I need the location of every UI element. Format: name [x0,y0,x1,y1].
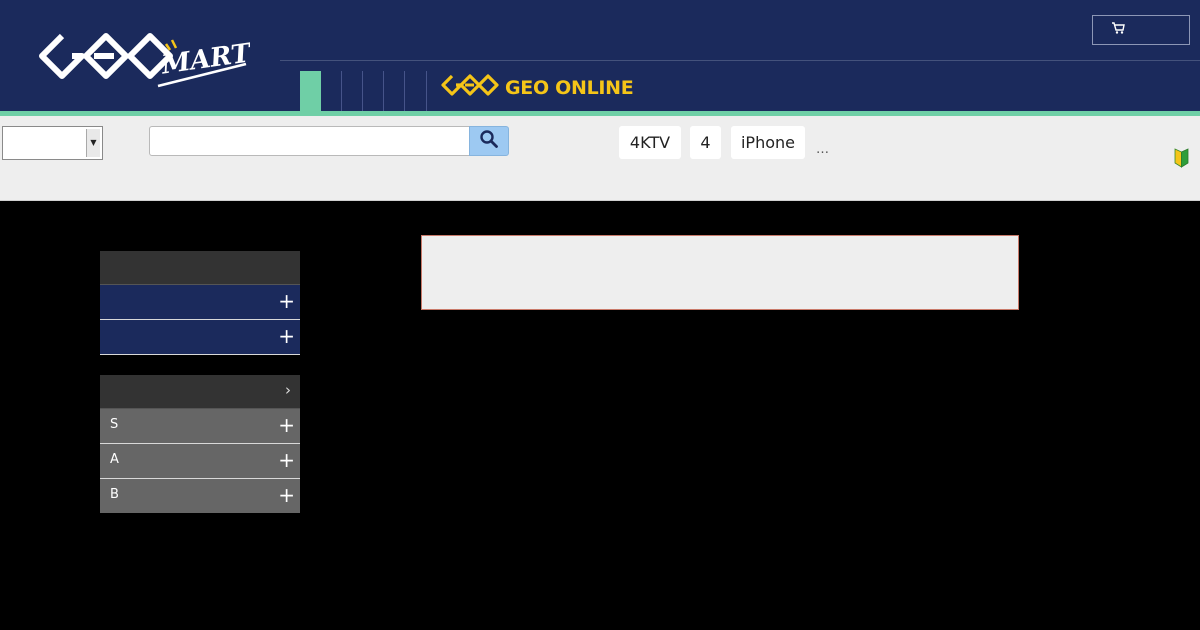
beginner-mark-icon[interactable] [1174,148,1189,168]
cart-button[interactable] [1092,15,1190,45]
sidebar2-item[interactable]: B + [100,479,300,513]
plus-icon[interactable]: + [278,413,295,437]
sidebar-item[interactable]: + [100,285,300,320]
nav-tab-2[interactable] [321,71,342,111]
geo-online-label: GEO ONLINE [505,77,634,99]
sidebar2-item[interactable]: A + [100,444,300,479]
notice-box [421,235,1019,310]
category-select[interactable]: ▼ [2,126,103,160]
geo-logo-icon [441,73,505,103]
search-input[interactable] [149,126,470,156]
geo-online-link[interactable]: GEO ONLINE [441,73,634,103]
more-keywords[interactable]: … [816,142,829,157]
sidebar2-item-label: S [110,417,119,432]
cart-icon [1111,22,1125,38]
site-header: MART GEO ONLINE [0,0,1200,111]
chevron-right-icon: › [285,381,291,399]
rank-sidebar: › S + A + B + [100,375,300,513]
search-button[interactable] [469,126,509,156]
main-nav [300,71,427,111]
plus-icon[interactable]: + [278,483,295,507]
plus-icon[interactable]: + [278,289,295,313]
header-divider [280,60,1200,61]
search-band: ▼ 4KTV 4 iPhone … [0,116,1200,201]
sidebar2-item[interactable]: S + [100,409,300,444]
sidebar-header [100,251,300,285]
keyword-chip[interactable]: iPhone [731,126,805,159]
sidebar2-header[interactable]: › [100,375,300,409]
keyword-chip[interactable]: 4KTV [619,126,681,159]
plus-icon[interactable]: + [278,448,295,472]
search-icon [480,130,498,152]
nav-tab-1[interactable] [300,71,321,111]
keyword-chip[interactable]: 4 [690,126,721,159]
nav-tab-4[interactable] [363,71,384,111]
plus-icon[interactable]: + [278,324,295,348]
sidebar2-item-label: A [110,452,119,467]
category-sidebar: + + [100,251,300,355]
nav-tab-5[interactable] [384,71,405,111]
nav-tab-6[interactable] [405,71,427,111]
nav-tab-3[interactable] [342,71,363,111]
sidebar-item[interactable]: + [100,320,300,355]
sidebar2-item-label: B [110,487,119,502]
geo-mart-logo[interactable]: MART [38,30,254,90]
chevron-down-icon[interactable]: ▼ [86,129,100,157]
